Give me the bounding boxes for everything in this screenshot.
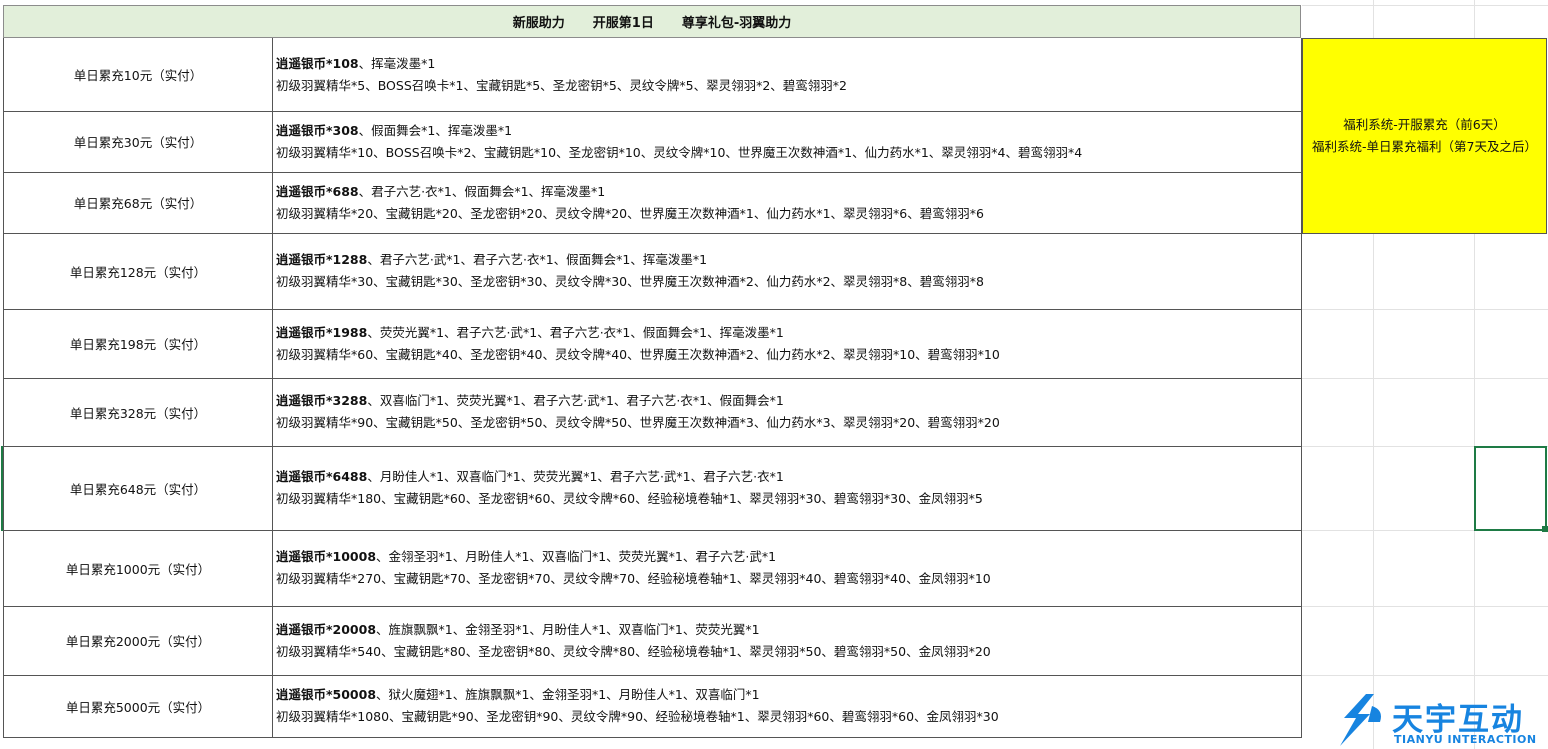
tier-label-cell[interactable]: 单日累充5000元（实付） [4,675,273,737]
reward-line-1: 逍遥银币*50008、狱火魔翅*1、旌旗飘飘*1、金翎圣羽*1、月盼佳人*1、双… [276,684,1301,706]
tier-label-cell[interactable]: 单日累充328元（实付） [4,378,273,446]
table-row: 单日累充2000元（实付） 逍遥银币*20008、旌旗飘飘*1、金翎圣羽*1、月盼… [3,606,1302,676]
table-row: 单日累充128元（实付） 逍遥银币*1288、君子六艺·武*1、君子六艺·衣*1、… [3,233,1302,310]
reward-line-1: 逍遥银币*1988、荧荧光翼*1、君子六艺·武*1、君子六艺·衣*1、假面舞会*… [276,322,1301,344]
silver-coin-amount: 逍遥银币*688 [276,183,359,199]
silver-coin-amount: 逍遥银币*3288 [276,393,368,408]
silver-coin-amount: 逍遥银币*50008 [276,687,377,702]
reward-items-1: 、荧荧光翼*1、君子六艺·武*1、君子六艺·衣*1、假面舞会*1、挥毫泼墨*1 [367,324,784,340]
reward-cell[interactable]: 逍遥银币*1288、君子六艺·武*1、君子六艺·衣*1、假面舞会*1、挥毫泼墨*… [273,233,1301,309]
tier-label-cell[interactable]: 单日累充2000元（实付） [4,606,273,675]
reward-items-1: 、假面舞会*1、挥毫泼墨*1 [358,122,513,138]
reward-cell[interactable]: 逍遥银币*6488、月盼佳人*1、双喜临门*1、荧荧光翼*1、君子六艺·武*1、… [273,446,1301,530]
reward-cell[interactable]: 逍遥银币*20008、旌旗飘飘*1、金翎圣羽*1、月盼佳人*1、双喜临门*1、荧… [273,606,1301,675]
reward-items-1: 、挥毫泼墨*1 [358,55,436,71]
tier-label-cell[interactable]: 单日累充198元（实付） [4,309,273,378]
reward-cell[interactable]: 逍遥银币*308、假面舞会*1、挥毫泼墨*1 初级羽翼精华*10、BOSS召唤卡*… [273,111,1301,172]
grid-row-line [1302,606,1548,607]
logo-subtext: TIANYU INTERACTION [1394,733,1537,746]
reward-line-2: 初级羽翼精华*180、宝藏钥匙*60、圣龙密钥*60、灵纹令牌*60、经验秘境卷… [276,491,983,506]
reward-line-1: 逍遥银币*1288、君子六艺·武*1、君子六艺·衣*1、假面舞会*1、挥毫泼墨*… [276,249,1301,271]
reward-items-1: 、君子六艺·衣*1、假面舞会*1、挥毫泼墨*1 [358,183,606,199]
table-row: 单日累充1000元（实付） 逍遥银币*10008、金翎圣羽*1、月盼佳人*1、双喜… [3,530,1302,607]
tianyu-logo: 天宇互动 TIANYU INTERACTION [1336,692,1546,748]
reward-items-1: 、金翎圣羽*1、月盼佳人*1、双喜临门*1、荧荧光翼*1、君子六艺·武*1 [376,549,777,564]
row-selection-marker [1,446,3,531]
grid-row-line [1302,309,1548,310]
reward-line-2: 初级羽翼精华*1080、宝藏钥匙*90、圣龙密钥*90、灵纹令牌*90、经验秘境… [276,709,999,724]
tier-label-cell[interactable]: 单日累充68元（实付） [4,172,273,233]
grid-row-line [1302,675,1548,676]
silver-coin-amount: 逍遥银币*20008 [276,621,377,637]
header-part-1: 新服助力 [512,16,565,31]
tier-label-cell[interactable]: 单日累充128元（实付） [4,233,273,309]
table-row: 单日累充198元（实付） 逍遥银币*1988、荧荧光翼*1、君子六艺·武*1、君子… [3,309,1302,379]
reward-items-1: 、月盼佳人*1、双喜临门*1、荧荧光翼*1、君子六艺·武*1、君子六艺·衣*1 [367,469,784,484]
grid-row-line [1302,378,1548,379]
silver-coin-amount: 逍遥银币*1288 [276,252,368,267]
silver-coin-amount: 逍遥银币*308 [276,122,359,138]
header-part-3: 尊享礼包-羽翼助力 [681,16,792,31]
reward-items-1: 、君子六艺·武*1、君子六艺·衣*1、假面舞会*1、挥毫泼墨*1 [367,252,708,267]
reward-cell[interactable]: 逍遥银币*3288、双喜临门*1、荧荧光翼*1、君子六艺·武*1、君子六艺·衣*… [273,378,1301,446]
reward-items-1: 、双喜临门*1、荧荧光翼*1、君子六艺·武*1、君子六艺·衣*1、假面舞会*1 [367,393,784,408]
table-row: 单日累充30元（实付） 逍遥银币*308、假面舞会*1、挥毫泼墨*1 初级羽翼精华*… [3,111,1302,173]
tier-label-cell[interactable]: 单日累充1000元（实付） [4,530,273,606]
silver-coin-amount: 逍遥银币*108 [276,55,359,71]
selected-cell[interactable] [1474,446,1547,531]
reward-line-1: 逍遥银币*688、君子六艺·衣*1、假面舞会*1、挥毫泼墨*1 [276,181,1301,203]
reward-line-1: 逍遥银币*6488、月盼佳人*1、双喜临门*1、荧荧光翼*1、君子六艺·武*1、… [276,466,1301,488]
table-row: 单日累充10元（实付） 逍遥银币*108、挥毫泼墨*1 初级羽翼精华*5、BOSS召… [3,38,1302,112]
reward-cell[interactable]: 逍遥银币*50008、狱火魔翅*1、旌旗飘飘*1、金翎圣羽*1、月盼佳人*1、双… [273,675,1301,737]
fill-handle[interactable] [1542,526,1548,532]
note-cell[interactable]: 福利系统-开服累充（前6天） 福利系统-单日累充福利（第7天及之后） [1302,38,1547,234]
note-line-1: 福利系统-开服累充（前6天） [1343,117,1506,132]
reward-items-1: 、狱火魔翅*1、旌旗飘飘*1、金翎圣羽*1、月盼佳人*1、双喜临门*1 [376,687,760,702]
tier-label-cell[interactable]: 单日累充30元（实付） [4,111,273,172]
table-row: 单日累充5000元（实付） 逍遥银币*50008、狱火魔翅*1、旌旗飘飘*1、金翎… [3,675,1302,738]
reward-line-2: 初级羽翼精华*20、宝藏钥匙*20、圣龙密钥*20、灵纹令牌*20、世界魔王次数… [276,205,984,221]
reward-line-2: 初级羽翼精华*540、宝藏钥匙*80、圣龙密钥*80、灵纹令牌*80、经验秘境卷… [276,643,991,659]
table-row: 单日累充68元（实付） 逍遥银币*688、君子六艺·衣*1、假面舞会*1、挥毫泼墨… [3,172,1302,234]
tier-label-cell[interactable]: 单日累充10元（实付） [4,38,273,111]
table-row: 单日累充648元（实付） 逍遥银币*6488、月盼佳人*1、双喜临门*1、荧荧光翼… [3,446,1302,531]
reward-line-2: 初级羽翼精华*5、BOSS召唤卡*1、宝藏钥匙*5、圣龙密钥*5、灵纹令牌*5、… [276,77,847,93]
reward-cell[interactable]: 逍遥银币*10008、金翎圣羽*1、月盼佳人*1、双喜临门*1、荧荧光翼*1、君… [273,530,1301,606]
reward-line-2: 初级羽翼精华*90、宝藏钥匙*50、圣龙密钥*50、灵纹令牌*50、世界魔王次数… [276,415,1000,430]
reward-cell[interactable]: 逍遥银币*688、君子六艺·衣*1、假面舞会*1、挥毫泼墨*1 初级羽翼精华*20… [273,172,1301,233]
reward-items-1: 、旌旗飘飘*1、金翎圣羽*1、月盼佳人*1、双喜临门*1、荧荧光翼*1 [376,621,760,637]
reward-line-1: 逍遥银币*20008、旌旗飘飘*1、金翎圣羽*1、月盼佳人*1、双喜临门*1、荧… [276,619,1301,641]
header-cell[interactable]: 新服助力 开服第1日 尊享礼包-羽翼助力 [3,5,1301,38]
header-part-2: 开服第1日 [592,16,654,31]
reward-line-2: 初级羽翼精华*10、BOSS召唤卡*2、宝藏钥匙*10、圣龙密钥*10、灵纹令牌… [276,144,1083,160]
reward-cell[interactable]: 逍遥银币*1988、荧荧光翼*1、君子六艺·武*1、君子六艺·衣*1、假面舞会*… [273,309,1301,378]
silver-coin-amount: 逍遥银币*10008 [276,549,377,564]
silver-coin-amount: 逍遥银币*6488 [276,469,368,484]
spreadsheet: 新服助力 开服第1日 尊享礼包-羽翼助力 单日累充10元（实付） 逍遥银币*108… [0,0,1548,749]
grid-row-line [1302,5,1548,6]
note-line-2: 福利系统-单日累充福利（第7天及之后） [1312,139,1537,154]
reward-line-1: 逍遥银币*308、假面舞会*1、挥毫泼墨*1 [276,120,1301,142]
lightning-bird-icon [1340,694,1381,746]
reward-line-2: 初级羽翼精华*60、宝藏钥匙*40、圣龙密钥*40、灵纹令牌*40、世界魔王次数… [276,346,1000,362]
reward-line-2: 初级羽翼精华*30、宝藏钥匙*30、圣龙密钥*30、灵纹令牌*30、世界魔王次数… [276,274,984,289]
reward-line-1: 逍遥银币*3288、双喜临门*1、荧荧光翼*1、君子六艺·武*1、君子六艺·衣*… [276,390,1301,412]
reward-line-1: 逍遥银币*108、挥毫泼墨*1 [276,53,1301,75]
reward-cell[interactable]: 逍遥银币*108、挥毫泼墨*1 初级羽翼精华*5、BOSS召唤卡*1、宝藏钥匙*5… [273,38,1301,111]
reward-line-1: 逍遥银币*10008、金翎圣羽*1、月盼佳人*1、双喜临门*1、荧荧光翼*1、君… [276,546,1301,568]
table-row: 单日累充328元（实付） 逍遥银币*3288、双喜临门*1、荧荧光翼*1、君子六艺… [3,378,1302,447]
tier-label-cell[interactable]: 单日累充648元（实付） [4,446,273,530]
silver-coin-amount: 逍遥银币*1988 [276,324,368,340]
reward-line-2: 初级羽翼精华*270、宝藏钥匙*70、圣龙密钥*70、灵纹令牌*70、经验秘境卷… [276,571,991,586]
